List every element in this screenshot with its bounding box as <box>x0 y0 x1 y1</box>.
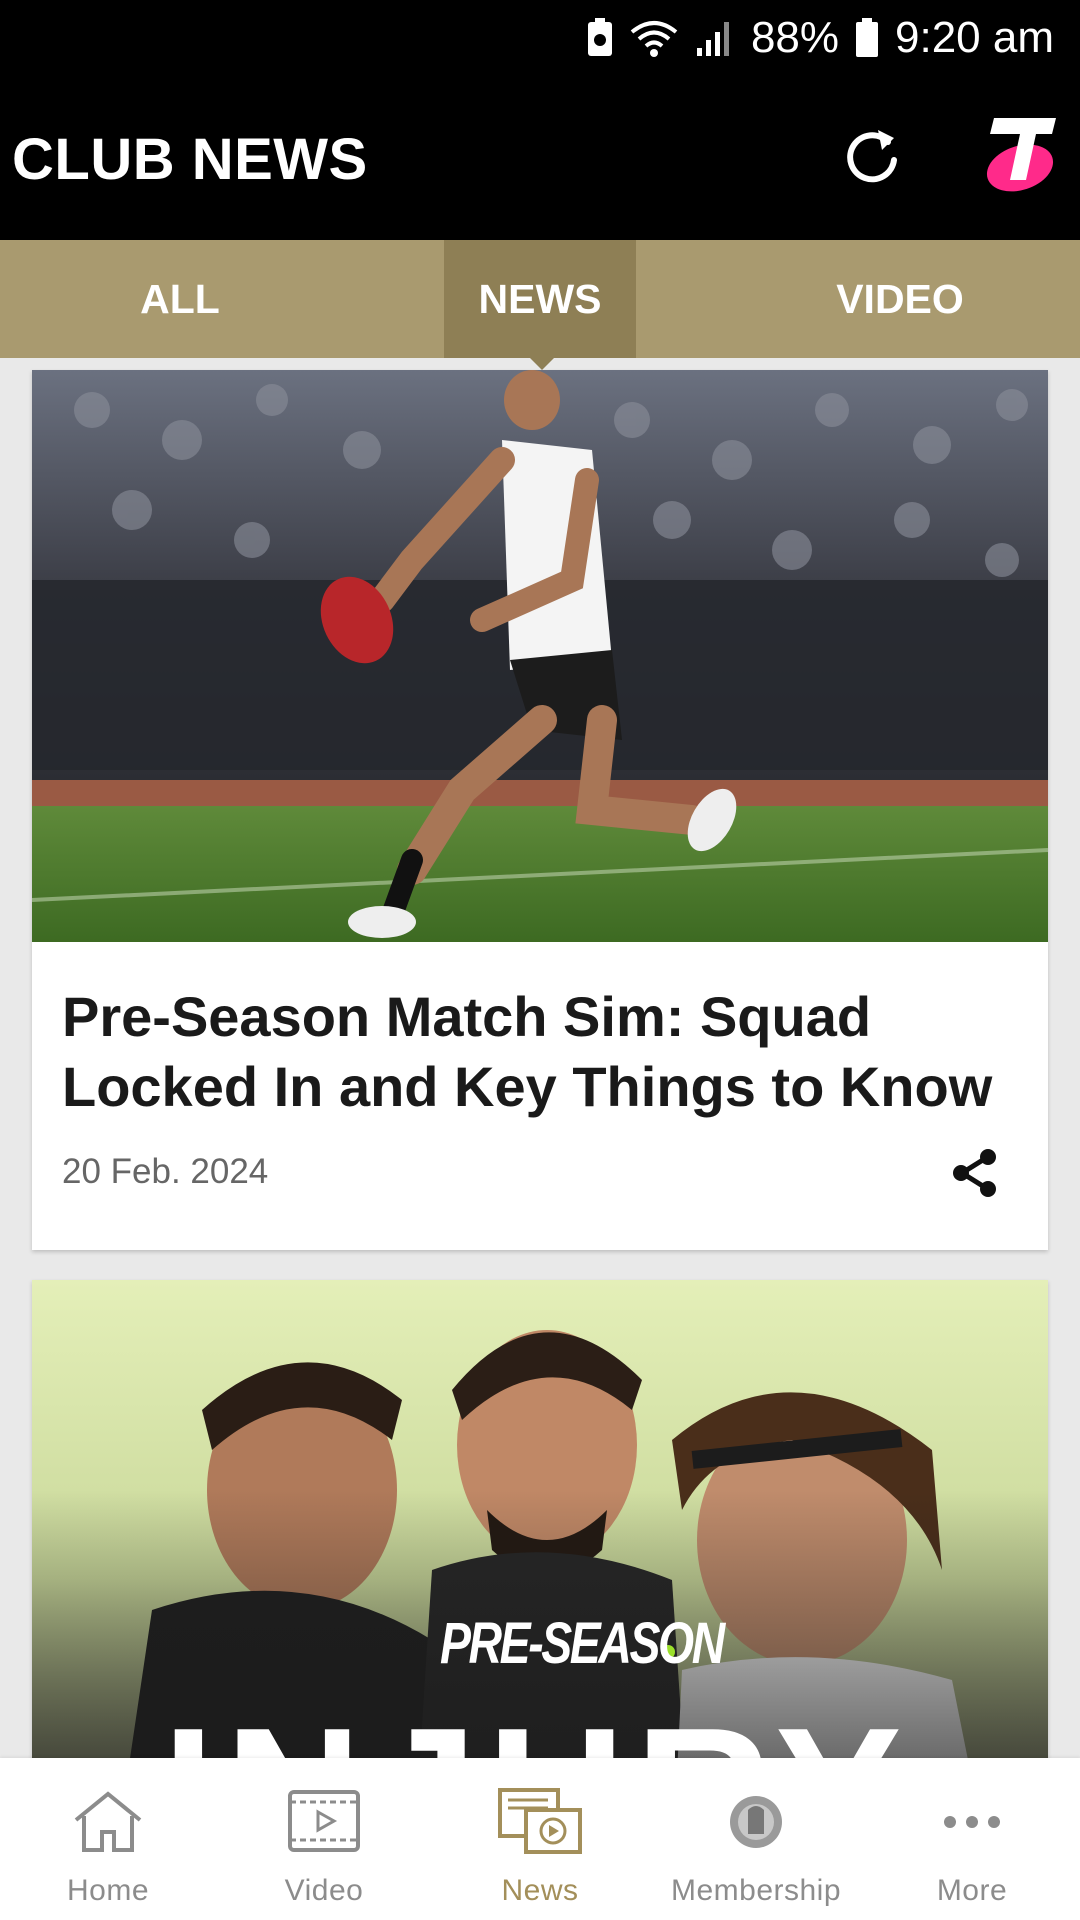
refresh-icon <box>847 130 897 183</box>
battery-icon <box>856 18 879 57</box>
nav-home[interactable]: Home <box>0 1758 216 1920</box>
battery-percent: 88% <box>750 13 840 62</box>
share-button[interactable] <box>950 1148 1000 1198</box>
home-icon <box>66 1788 150 1856</box>
more-icon <box>930 1788 1014 1856</box>
nav-more[interactable]: More <box>864 1758 1080 1920</box>
nav-label: Membership <box>670 1874 842 1907</box>
nav-label: Home <box>66 1874 150 1907</box>
wifi-icon <box>630 21 678 57</box>
tab-news[interactable]: NEWS <box>444 240 636 358</box>
status-bar: 88% 9:20 am <box>0 0 1080 76</box>
image-caption-large: INJURY <box>162 1700 912 1758</box>
signal-icon <box>696 22 729 56</box>
app-header: CLUB NEWS <box>0 76 1080 240</box>
category-tabs: ALL NEWS VIDEO <box>0 240 1080 358</box>
video-icon <box>282 1788 366 1856</box>
news-icon <box>498 1788 582 1856</box>
image-caption-small: PRE-SEASON <box>440 1611 725 1676</box>
article-card[interactable]: Pre-Season Match Sim: Squad Locked In an… <box>32 370 1048 1250</box>
share-icon <box>953 1149 996 1197</box>
tab-video[interactable]: VIDEO <box>760 240 1040 358</box>
membership-icon <box>714 1788 798 1856</box>
nav-video[interactable]: Video <box>216 1758 432 1920</box>
nav-membership[interactable]: Membership <box>648 1758 864 1920</box>
article-image: PRE-SEASON INJURY <box>32 1280 1048 1758</box>
article-date: 20 Feb. 2024 <box>62 1152 269 1191</box>
notification-icon <box>587 18 612 56</box>
article-card[interactable]: PRE-SEASON INJURY <box>32 1280 1048 1758</box>
refresh-button[interactable] <box>842 124 902 188</box>
article-image <box>32 370 1048 942</box>
page-title: CLUB NEWS <box>12 127 368 192</box>
status-icons: 88% 9:20 am <box>587 10 1054 66</box>
tab-all[interactable]: ALL <box>0 240 360 358</box>
nav-label: Video <box>284 1874 364 1907</box>
bottom-navigation: Home Video News Membership More <box>0 1758 1080 1920</box>
news-feed[interactable]: Pre-Season Match Sim: Squad Locked In an… <box>0 358 1080 1758</box>
nav-news[interactable]: News <box>432 1758 648 1920</box>
nav-label: More <box>936 1874 1008 1907</box>
telstra-logo[interactable] <box>980 112 1060 194</box>
clock: 9:20 am <box>895 13 1054 62</box>
nav-label: News <box>501 1874 579 1907</box>
article-title[interactable]: Pre-Season Match Sim: Squad Locked In an… <box>62 982 1022 1122</box>
